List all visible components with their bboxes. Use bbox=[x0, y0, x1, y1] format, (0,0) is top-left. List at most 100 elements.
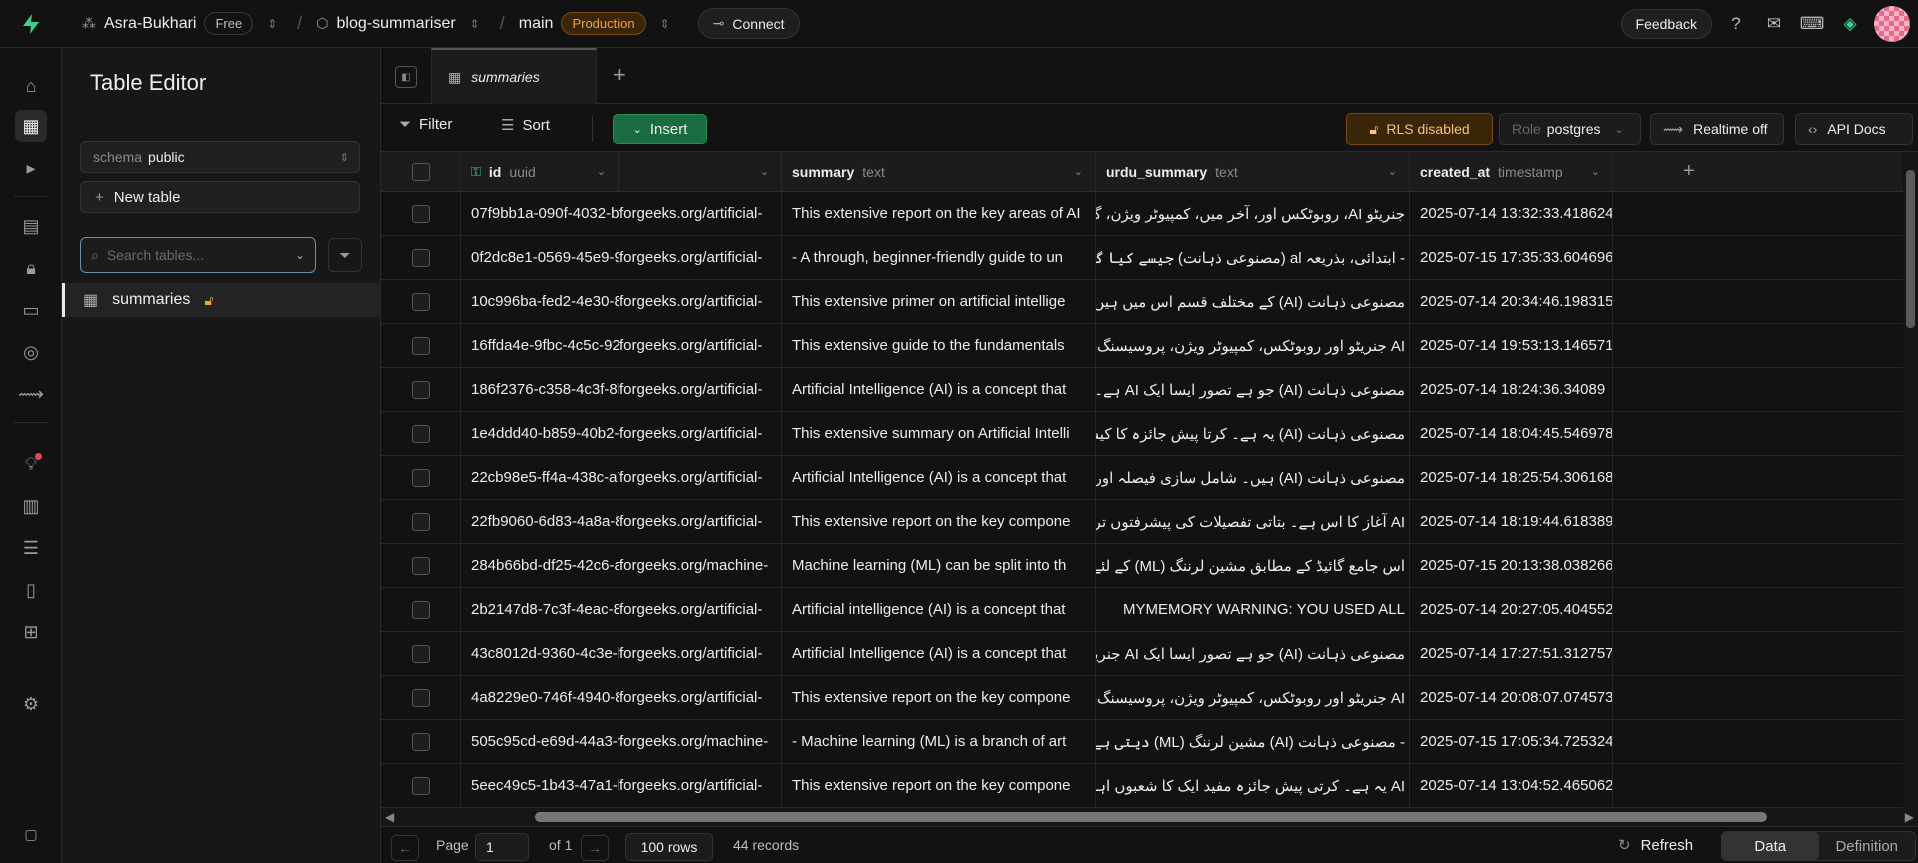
project-name[interactable]: blog-summariser bbox=[337, 15, 456, 33]
table-row[interactable]: 07f9bb1a-090f-4032-bc8f-64b57ee45304 This… bbox=[381, 192, 1903, 236]
table-editor-icon[interactable]: ▦ bbox=[15, 110, 47, 142]
cell-created-at[interactable]: 2025-07-14 19:53:13.146571 bbox=[1410, 324, 1613, 367]
row-checkbox[interactable] bbox=[411, 512, 430, 531]
sidebar-item-summaries[interactable]: ▦ summaries 🔓︎ bbox=[62, 283, 380, 317]
cell-url[interactable]: forgeeks.org/artificial- bbox=[619, 412, 782, 455]
prev-page-arrow-icon[interactable]: ← bbox=[391, 835, 419, 861]
cell-urdu-summary[interactable]: مصنوعی ذہانت (AI) جو ہے تصور ایسا ایک AI… bbox=[1096, 368, 1410, 411]
table-row[interactable]: 5eec49c5-1b43-47a1-b18b-7c6c4f60003d This… bbox=[381, 764, 1903, 808]
rls-disabled-button[interactable]: 🔓︎ RLS disabled bbox=[1346, 113, 1493, 145]
table-row[interactable]: 22cb98e5-ff4a-438c-a7f9-707c627a1f4e Arti… bbox=[381, 456, 1903, 500]
column-menu-chevron-icon[interactable]: ⌄ bbox=[597, 165, 606, 178]
cell-urdu-summary[interactable]: - ابتدائی، بذریعہ al (مصنوعی ذہانت) جیسے… bbox=[1096, 236, 1410, 279]
realtime-icon[interactable]: ◎ bbox=[15, 336, 47, 368]
row-checkbox[interactable] bbox=[411, 776, 430, 795]
cell-urdu-summary[interactable]: AI آغاز کا اس ہے۔ بتاتی تفصیلات کی پیشرف… bbox=[1096, 500, 1410, 543]
table-row[interactable]: 505c95cd-e69d-44a3-9317-c822b3db6a4- Mac… bbox=[381, 720, 1903, 764]
settings-gear-icon[interactable]: ⚙ bbox=[15, 688, 47, 720]
table-row[interactable]: 1e4ddd40-b859-40b2-9632-5d11e35f742b This… bbox=[381, 412, 1903, 456]
cell-urdu-summary[interactable]: مصنوعی ذہانت (AI) جو ہے تصور ایسا ایک AI… bbox=[1096, 632, 1410, 675]
cell-created-at[interactable]: 2025-07-15 17:35:33.604696 bbox=[1410, 236, 1613, 279]
project-switch-chevron-icon[interactable]: ⇕ bbox=[470, 17, 480, 31]
column-menu-chevron-icon[interactable]: ⌄ bbox=[1388, 165, 1397, 178]
table-row[interactable]: 16ffda4e-9fbc-4c5c-92dc-0d16a44db637 This… bbox=[381, 324, 1903, 368]
column-menu-chevron-icon[interactable]: ⌄ bbox=[760, 165, 769, 178]
cell-summary[interactable]: This extensive report on the key areas o… bbox=[782, 192, 1096, 235]
toggle-sidebar-icon[interactable]: ◧ bbox=[395, 66, 417, 88]
rows-per-page-button[interactable]: 100 rows bbox=[625, 833, 713, 861]
row-checkbox[interactable] bbox=[411, 688, 430, 707]
row-checkbox[interactable] bbox=[411, 468, 430, 487]
cell-summary[interactable]: Machine learning (ML) can be split into … bbox=[782, 544, 1096, 587]
cell-url[interactable]: forgeeks.org/machine- bbox=[619, 720, 782, 763]
cell-created-at[interactable]: 2025-07-15 17:05:34.725324 bbox=[1410, 720, 1613, 763]
auth-lock-icon[interactable]: 🔒︎ bbox=[15, 252, 47, 284]
cell-created-at[interactable]: 2025-07-14 20:27:05.404552 bbox=[1410, 588, 1613, 631]
database-icon[interactable]: ▤ bbox=[15, 210, 47, 242]
supabase-logo-icon[interactable] bbox=[0, 13, 62, 35]
avatar[interactable] bbox=[1874, 6, 1910, 42]
api-docs-button[interactable]: ‹› API Docs bbox=[1795, 113, 1913, 145]
cell-urdu-summary[interactable]: جنریٹو AI، روبوٹکس اور، آخر میں، کمپیوٹر… bbox=[1096, 192, 1410, 235]
column-header-url[interactable]: ⌄ bbox=[619, 152, 782, 191]
add-tab-plus-icon[interactable]: + bbox=[613, 62, 626, 88]
cell-summary[interactable]: - A through, beginner-friendly guide to … bbox=[782, 236, 1096, 279]
logs-list-icon[interactable]: ☰ bbox=[15, 532, 47, 564]
row-checkbox[interactable] bbox=[411, 644, 430, 663]
horizontal-scroll-thumb[interactable] bbox=[535, 812, 1767, 822]
integrations-icon[interactable]: ⊞ bbox=[15, 616, 47, 648]
row-checkbox[interactable] bbox=[411, 600, 430, 619]
page-number-input[interactable]: 1 bbox=[475, 833, 529, 861]
filter-button[interactable]: ⏷ Filter bbox=[399, 116, 452, 133]
cell-url[interactable]: forgeeks.org/artificial- bbox=[619, 500, 782, 543]
assistant-icon[interactable]: ◈ bbox=[1836, 10, 1864, 38]
cell-summary[interactable]: This extensive report on the key compone bbox=[782, 500, 1096, 543]
column-header-created-at[interactable]: created_at timestamp ⌄ bbox=[1410, 152, 1613, 191]
cell-urdu-summary[interactable]: AI جنریٹو اور روبوٹکس، کمپیوٹر ویژن، پرو… bbox=[1096, 676, 1410, 719]
cell-url[interactable]: forgeeks.org/artificial- bbox=[619, 676, 782, 719]
schema-select[interactable]: schema public ⇕ bbox=[80, 141, 360, 173]
scroll-left-arrow-icon[interactable]: ◀ bbox=[385, 810, 394, 824]
search-tables-field[interactable]: ⌕ ⌄ bbox=[80, 237, 316, 273]
cell-summary[interactable]: This extensive guide to the fundamentals bbox=[782, 324, 1096, 367]
table-row[interactable]: 43c8012d-9360-4c3e-b8f3-394248d2c22 Artif… bbox=[381, 632, 1903, 676]
home-icon[interactable]: ⌂ bbox=[15, 70, 47, 102]
table-row[interactable]: 0f2dc8e1-0569-45e9-9c12-92db3fa49c78- A … bbox=[381, 236, 1903, 280]
cell-created-at[interactable]: 2025-07-14 18:04:45.546978 bbox=[1410, 412, 1613, 455]
sort-button[interactable]: ☰ Sort bbox=[501, 116, 550, 135]
cell-created-at[interactable]: 2025-07-15 20:13:38.038266 bbox=[1410, 544, 1613, 587]
cell-summary[interactable]: Artificial Intelligence (AI) is a concep… bbox=[782, 456, 1096, 499]
cell-summary[interactable]: This extensive summary on Artificial Int… bbox=[782, 412, 1096, 455]
refresh-button[interactable]: ↻ Refresh bbox=[1618, 836, 1693, 855]
cell-summary[interactable]: This extensive primer on artificial inte… bbox=[782, 280, 1096, 323]
cell-created-at[interactable]: 2025-07-14 13:04:52.465062 bbox=[1410, 764, 1613, 807]
role-select[interactable]: Role postgres ⌄ bbox=[1499, 113, 1641, 145]
column-menu-chevron-icon[interactable]: ⌄ bbox=[1074, 165, 1083, 178]
column-menu-chevron-icon[interactable]: ⌄ bbox=[1591, 165, 1600, 178]
cell-created-at[interactable]: 2025-07-14 18:25:54.306168 bbox=[1410, 456, 1613, 499]
table-row[interactable]: 4a8229e0-746f-4940-848a-3d411efc7ba6 This… bbox=[381, 676, 1903, 720]
feedback-button[interactable]: Feedback bbox=[1620, 9, 1712, 39]
cell-urdu-summary[interactable]: AI جنریٹو اور روبوٹکس، کمپیوٹر ویژن، پرو… bbox=[1096, 324, 1410, 367]
cell-url[interactable]: forgeeks.org/artificial- bbox=[619, 588, 782, 631]
view-definition-tab[interactable]: Definition bbox=[1819, 832, 1916, 860]
cell-url[interactable]: forgeeks.org/artificial- bbox=[619, 280, 782, 323]
connect-button[interactable]: ⊸ Connect bbox=[697, 8, 800, 39]
api-docs-icon[interactable]: ▯ bbox=[15, 574, 47, 606]
branch-name[interactable]: main bbox=[519, 15, 554, 33]
cell-urdu-summary[interactable]: مصنوعی ذہانت (AI) ہیں۔ شامل سازی فیصلہ ا… bbox=[1096, 456, 1410, 499]
table-row[interactable]: 284b66bd-df25-42c6-a409-ea41203c456 Machi… bbox=[381, 544, 1903, 588]
cell-summary[interactable]: This extensive report on the key compone bbox=[782, 676, 1096, 719]
row-checkbox[interactable] bbox=[411, 292, 430, 311]
vertical-scrollbar[interactable] bbox=[1903, 152, 1918, 808]
select-all-checkbox[interactable] bbox=[411, 162, 430, 181]
column-header-summary[interactable]: summary text ⌄ bbox=[782, 152, 1096, 191]
org-switch-chevron-icon[interactable]: ⇕ bbox=[267, 17, 277, 31]
cell-urdu-summary[interactable]: - مصنوعی ذہانت (AI) مشین لرننگ (ML) دیتی… bbox=[1096, 720, 1410, 763]
cell-summary[interactable]: - Machine learning (ML) is a branch of a… bbox=[782, 720, 1096, 763]
next-page-arrow-icon[interactable]: → bbox=[581, 835, 609, 861]
cell-url[interactable]: forgeeks.org/artificial- bbox=[619, 368, 782, 411]
cell-url[interactable]: forgeeks.org/artificial- bbox=[619, 632, 782, 675]
search-input[interactable] bbox=[106, 247, 267, 263]
realtime-toggle-button[interactable]: ⟿ Realtime off bbox=[1650, 113, 1784, 145]
